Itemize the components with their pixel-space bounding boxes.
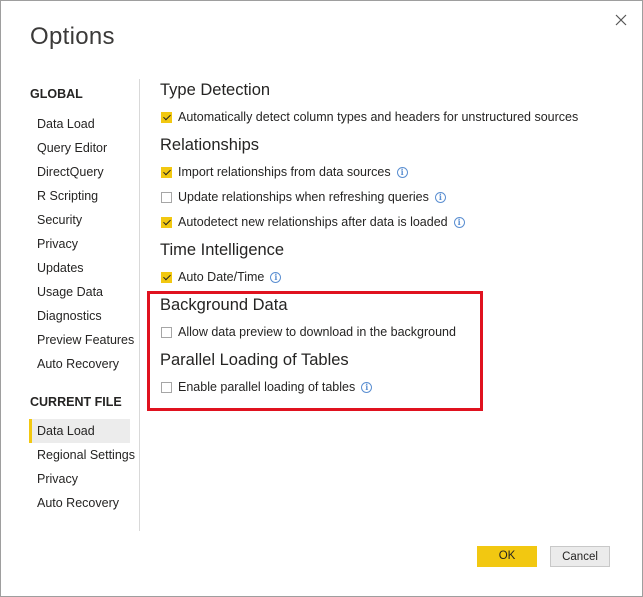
- current-file-section-label: CURRENT FILE: [30, 395, 122, 409]
- options-dialog: Options GLOBAL Data Load Query Editor Di…: [0, 0, 643, 597]
- sidebar-item-file-privacy[interactable]: Privacy: [29, 467, 130, 491]
- sidebar-item-auto-recovery[interactable]: Auto Recovery: [29, 352, 130, 376]
- close-icon[interactable]: [614, 13, 628, 27]
- info-icon[interactable]: i: [270, 271, 282, 283]
- dialog-title: Options: [30, 23, 115, 50]
- info-icon[interactable]: i: [396, 166, 408, 178]
- option-label: Import relationships from data sources: [178, 165, 391, 179]
- sidebar-item-updates[interactable]: Updates: [29, 256, 130, 280]
- checkbox-checked-icon[interactable]: [161, 166, 172, 178]
- sidebar-item-file-auto-recovery[interactable]: Auto Recovery: [29, 491, 130, 515]
- ok-button[interactable]: OK: [477, 546, 537, 567]
- option-label: Auto Date/Time: [178, 270, 265, 284]
- sidebar-item-file-data-load[interactable]: Data Load: [29, 419, 130, 443]
- info-icon[interactable]: i: [434, 191, 446, 203]
- option-label: Update relationships when refreshing que…: [178, 190, 429, 204]
- option-auto-detect-types[interactable]: Automatically detect column types and he…: [161, 109, 578, 125]
- sidebar-item-usage-data[interactable]: Usage Data: [29, 280, 130, 304]
- info-icon[interactable]: i: [453, 216, 465, 228]
- sidebar-item-diagnostics[interactable]: Diagnostics: [29, 304, 130, 328]
- time-intelligence-title: Time Intelligence: [160, 241, 285, 259]
- sidebar-item-query-editor[interactable]: Query Editor: [29, 136, 130, 160]
- option-label: Autodetect new relationships after data …: [178, 215, 448, 229]
- checkbox-checked-icon[interactable]: [161, 271, 172, 283]
- sidebar-item-security[interactable]: Security: [29, 208, 130, 232]
- option-label: Automatically detect column types and he…: [178, 110, 579, 124]
- sidebar-item-privacy[interactable]: Privacy: [29, 232, 130, 256]
- sidebar-item-data-load[interactable]: Data Load: [29, 112, 130, 136]
- cancel-button[interactable]: Cancel: [550, 546, 610, 567]
- sidebar-item-r-scripting[interactable]: R Scripting: [29, 184, 130, 208]
- relationships-title: Relationships: [160, 136, 260, 154]
- option-import-relationships[interactable]: Import relationships from data sources i: [161, 164, 408, 180]
- sidebar-item-preview-features[interactable]: Preview Features: [29, 328, 134, 352]
- global-section-label: GLOBAL: [30, 87, 83, 101]
- checkbox-unchecked-icon[interactable]: [161, 191, 172, 203]
- option-autodetect-relationships[interactable]: Autodetect new relationships after data …: [161, 214, 465, 230]
- type-detection-title: Type Detection: [160, 81, 271, 99]
- option-auto-date-time[interactable]: Auto Date/Time i: [161, 269, 282, 285]
- checkbox-checked-icon[interactable]: [161, 111, 172, 123]
- checkbox-checked-icon[interactable]: [161, 216, 172, 228]
- sidebar-item-regional-settings[interactable]: Regional Settings: [29, 443, 135, 467]
- sidebar-item-directquery[interactable]: DirectQuery: [29, 160, 130, 184]
- option-update-relationships[interactable]: Update relationships when refreshing que…: [161, 189, 446, 205]
- sidebar-divider: [139, 79, 140, 531]
- highlight-box: [147, 291, 483, 411]
